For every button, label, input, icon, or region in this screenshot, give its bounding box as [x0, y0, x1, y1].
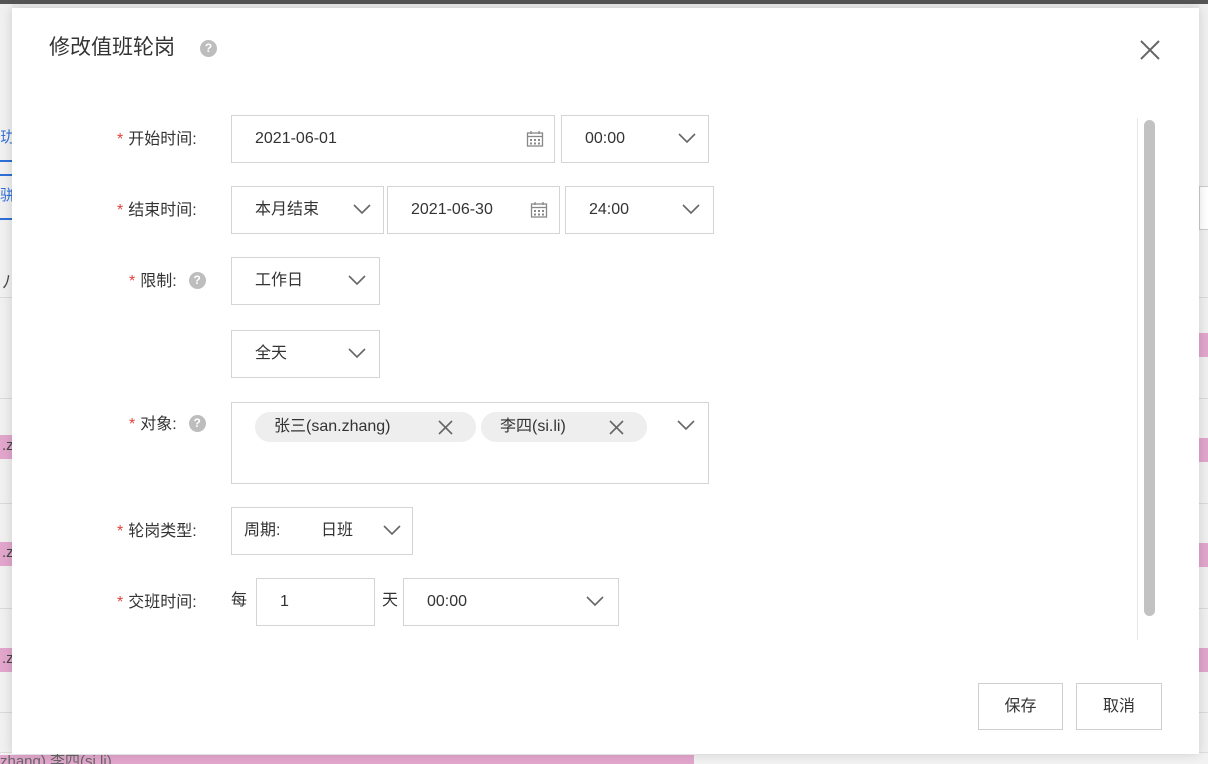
target-label-text: 对象: [140, 416, 177, 433]
start-time-label: * 开始时间: [117, 130, 197, 150]
handover-count-input[interactable]: 1 [256, 578, 375, 626]
limit-period-value: 全天 [255, 345, 288, 362]
end-mode-value: 本月结束 [255, 201, 320, 218]
start-date-value: 2021-06-01 [255, 130, 337, 147]
background-schedule-bar [1199, 543, 1208, 567]
rotation-type-prefix: 周期: [244, 522, 281, 539]
limit-period-select[interactable]: 全天 [231, 330, 380, 378]
start-time-value: 00:00 [585, 130, 626, 147]
edit-rotation-dialog: 修改值班轮岗 ? * 开始时间: 2021-06-01 00:00 * 结束时间: … [12, 8, 1199, 754]
form-scrollbar[interactable] [1137, 118, 1161, 640]
handover-count-value: 1 [280, 593, 289, 610]
chevron-down-icon [586, 596, 604, 607]
dialog-title-text: 修改值班轮岗 [49, 36, 175, 59]
rotation-type-label-text: 轮岗类型: [128, 523, 197, 540]
question-circle-icon[interactable]: ? [200, 40, 217, 57]
target-tag: 张三(san.zhang) [255, 412, 476, 442]
rotation-type-value: 日班 [321, 522, 354, 539]
background-schedule-bar [1199, 438, 1208, 462]
required-mark: * [117, 523, 124, 540]
handover-time-label-text: 交班时间: [128, 594, 197, 611]
handover-unit-text: 天 [382, 592, 399, 609]
target-tag-label: 李四(si.li) [500, 418, 566, 435]
scrollbar-thumb[interactable] [1144, 120, 1155, 616]
handover-time-select[interactable]: 00:00 [403, 578, 619, 626]
dialog-title: 修改值班轮岗 ? [49, 33, 217, 63]
chevron-down-icon [353, 204, 371, 215]
close-icon[interactable] [1138, 38, 1162, 62]
close-icon[interactable] [438, 420, 453, 435]
start-date-picker[interactable]: 2021-06-01 [231, 115, 555, 163]
background-schedule-bar [1199, 333, 1208, 357]
calendar-icon[interactable] [530, 201, 548, 219]
target-tag-label: 张三(san.zhang) [274, 418, 391, 435]
limit-day-type-select[interactable]: 工作日 [231, 257, 380, 305]
limit-label-text: 限制: [140, 273, 177, 290]
chevron-down-icon [682, 204, 700, 215]
required-mark: * [117, 594, 124, 611]
required-mark: * [117, 202, 124, 219]
background-tab-underline-2 [0, 218, 12, 220]
calendar-icon[interactable] [526, 130, 544, 148]
chevron-down-icon [348, 275, 366, 286]
background-header-fragment: ﾉ [2, 272, 11, 292]
cancel-button[interactable]: 取消 [1076, 683, 1162, 730]
save-button[interactable]: 保存 [978, 683, 1063, 730]
target-label: * 对象:? [129, 415, 206, 435]
handover-time-value: 00:00 [427, 593, 468, 610]
limit-day-type-value: 工作日 [255, 272, 304, 289]
end-time-label: * 结束时间: [117, 201, 197, 221]
required-mark: * [129, 273, 136, 290]
background-tab-line [0, 174, 12, 176]
handover-every-text: 每 [231, 592, 248, 609]
background-tab-underline [0, 160, 12, 162]
question-circle-icon[interactable]: ? [188, 415, 206, 433]
question-circle-icon[interactable]: ? [188, 272, 206, 290]
chevron-down-icon [383, 525, 401, 536]
rotation-type-select[interactable]: 周期: 日班 [231, 507, 413, 555]
end-time-value: 24:00 [589, 201, 630, 218]
chevron-down-icon [678, 133, 696, 144]
limit-label: * 限制:? [129, 272, 206, 292]
chevron-down-icon [677, 420, 695, 431]
target-tag: 李四(si.li) [481, 412, 647, 442]
required-mark: * [117, 131, 124, 148]
end-date-value: 2021-06-30 [411, 201, 493, 218]
end-date-picker[interactable]: 2021-06-30 [387, 186, 560, 234]
required-mark: * [129, 416, 136, 433]
start-time-select[interactable]: 00:00 [561, 115, 709, 163]
handover-time-label: * 交班时间: [117, 593, 197, 613]
end-time-label-text: 结束时间: [128, 202, 197, 219]
background-input-fragment [1199, 186, 1208, 230]
rotation-type-label: * 轮岗类型: [117, 522, 197, 542]
top-bar [0, 0, 1208, 4]
end-mode-select[interactable]: 本月结束 [231, 186, 384, 234]
target-multi-select[interactable]: 张三(san.zhang) 李四(si.li) [231, 402, 709, 484]
chevron-down-icon [348, 348, 366, 359]
close-icon[interactable] [609, 420, 624, 435]
start-time-label-text: 开始时间: [128, 131, 197, 148]
end-time-select[interactable]: 24:00 [565, 186, 714, 234]
background-schedule-bar [1199, 648, 1208, 672]
